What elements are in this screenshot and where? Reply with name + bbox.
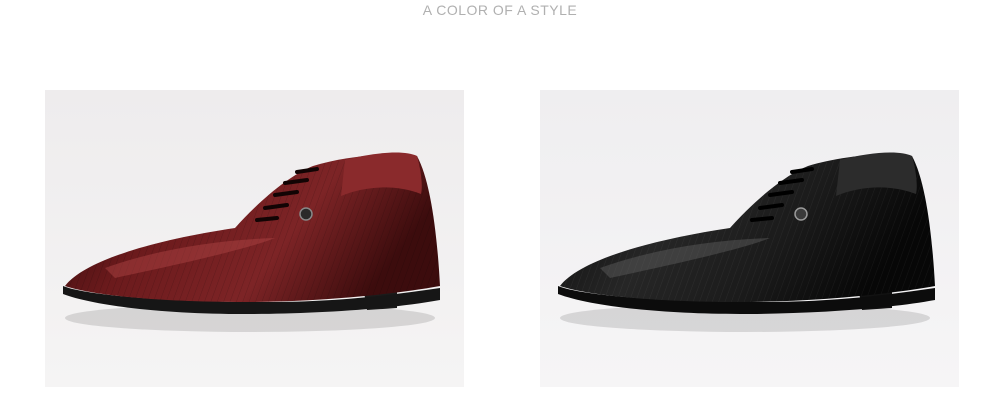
product-image-burgundy (45, 90, 464, 387)
product-image-black (540, 90, 959, 387)
burgundy-oxford-shoe (45, 90, 464, 387)
section-heading: A COLOR OF A STYLE (422, 2, 578, 18)
black-oxford-shoe (540, 90, 959, 387)
